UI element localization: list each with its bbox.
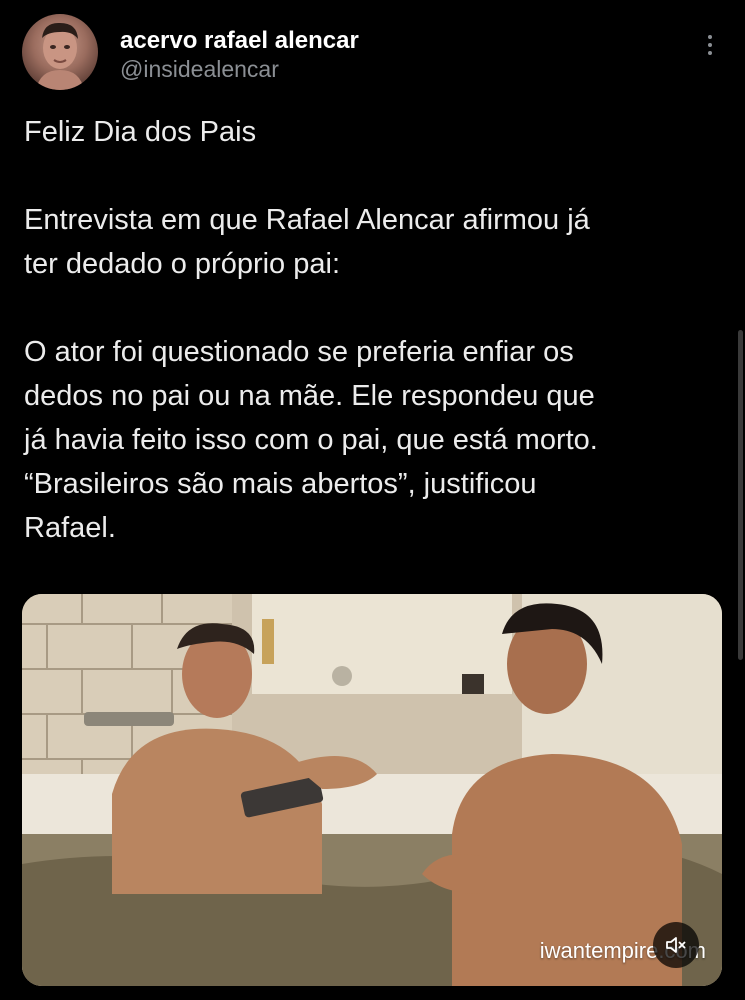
tweet-text: Feliz Dia dos Pais Entrevista em que Raf… [24, 110, 724, 594]
author-display-name[interactable]: acervo rafael alencar [120, 27, 359, 55]
author-avatar[interactable] [22, 14, 98, 90]
scrollbar[interactable] [738, 330, 743, 660]
video-frame-illustration [22, 594, 722, 986]
speaker-muted-icon[interactable] [653, 922, 699, 968]
tweet-paragraph-3: O ator foi questionado se preferia enfia… [24, 336, 598, 544]
more-vertical-icon[interactable] [698, 30, 722, 60]
tweet-header: acervo rafael alencar @insidealencar [22, 14, 722, 94]
tweet-paragraph-2: Entrevista em que Rafael Alencar afirmou… [24, 204, 590, 280]
tweet-paragraph-1: Feliz Dia dos Pais [24, 116, 257, 148]
author-handle[interactable]: @insidealencar [120, 56, 279, 83]
tweet-video[interactable]: iwantempire.com [22, 594, 722, 986]
